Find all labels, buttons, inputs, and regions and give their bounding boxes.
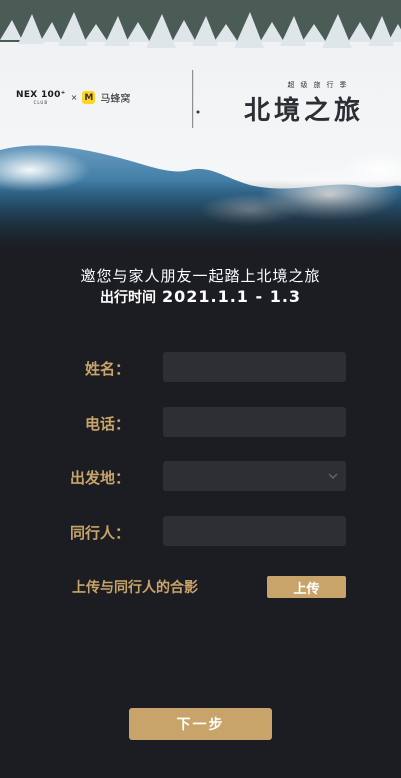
travel-time-label: 出行时间: [99, 290, 156, 306]
companion-label: 同行人：: [69, 524, 130, 542]
travel-date: 2021.1.1 - 1.3: [161, 287, 302, 306]
brand-logos: NEX 100⁺ CLUB × M 马蜂窝: [16, 90, 130, 105]
nex-logo-text: NEX 100⁺: [16, 89, 66, 100]
page: NEX 100⁺ CLUB × M 马蜂窝 超级旅行季 北境之旅 邀您与家人朋友…: [0, 0, 401, 778]
name-label: 姓名：: [84, 360, 130, 378]
hero-subtitle: 超级旅行季: [287, 81, 353, 89]
nex-logo: NEX 100⁺ CLUB: [16, 89, 66, 105]
mafengwo-name: 马蜂窝: [100, 94, 131, 105]
origin-select[interactable]: [163, 461, 346, 491]
invite-text: 邀您与家人朋友一起踏上北境之旅: [80, 267, 321, 285]
name-input[interactable]: [163, 352, 346, 382]
logo-separator: ×: [70, 93, 78, 102]
hero-banner: NEX 100⁺ CLUB × M 马蜂窝 超级旅行季 北境之旅: [0, 0, 401, 250]
chevron-down-icon: [328, 473, 338, 479]
travel-time: 出行时间 2021.1.1 - 1.3: [0, 287, 401, 307]
phone-label: 电话：: [84, 415, 130, 433]
mafengwo-logo-icon: M: [82, 91, 96, 104]
companion-input[interactable]: [163, 516, 346, 546]
hero-title: 北境之旅: [244, 96, 365, 126]
next-step-button[interactable]: 下一步: [129, 708, 272, 740]
club-text: CLUB: [33, 99, 49, 105]
phone-input[interactable]: [163, 407, 346, 437]
origin-label: 出发地：: [69, 469, 130, 487]
upload-photo-label: 上传与同行人的合影: [72, 580, 198, 596]
upload-button[interactable]: 上传: [267, 576, 346, 598]
